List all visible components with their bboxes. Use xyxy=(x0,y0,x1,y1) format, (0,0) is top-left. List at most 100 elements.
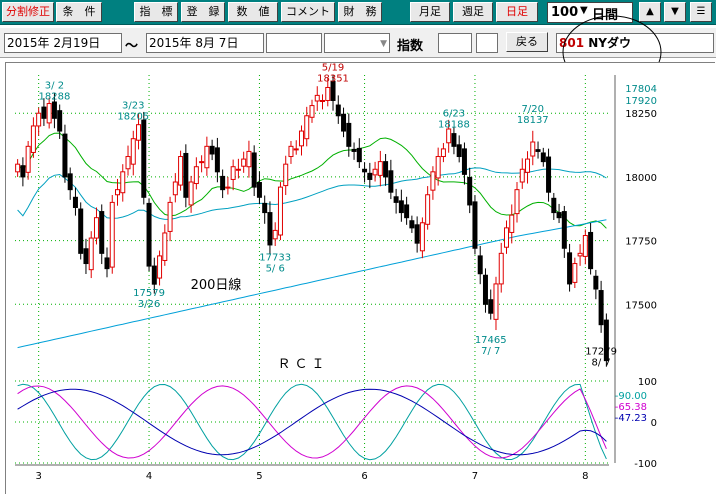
candle-body xyxy=(125,156,131,170)
candle-body xyxy=(498,252,504,285)
candle-body xyxy=(256,182,262,198)
candle-body xyxy=(367,172,373,180)
candle-body xyxy=(157,255,163,279)
rci-latest-value: -65.38 xyxy=(615,402,647,413)
candle-body xyxy=(546,156,552,193)
candle-body xyxy=(467,176,473,206)
candle-body xyxy=(588,231,594,270)
candle-body xyxy=(146,202,152,267)
candle-body xyxy=(109,201,115,268)
candle-body xyxy=(593,275,599,290)
symbol-field[interactable]: 801 NYダウ xyxy=(556,33,714,53)
split-correction-button[interactable]: 分割修正 xyxy=(2,2,54,22)
month-label: 7 xyxy=(472,471,478,482)
candle-body xyxy=(409,220,415,229)
candle-body xyxy=(304,115,310,140)
price-chart: 18250 18000 17750 17500 1780417920 3/ 218288 3… xyxy=(15,62,657,482)
candle-body xyxy=(325,86,331,101)
period-unit: 日間 xyxy=(592,8,619,23)
back-button[interactable]: 戻る xyxy=(506,32,548,52)
candle-body xyxy=(372,168,378,176)
candle-body xyxy=(398,200,404,214)
candle-body xyxy=(251,152,257,188)
candle-body xyxy=(435,156,441,179)
register-button[interactable]: 登 録 xyxy=(181,2,225,22)
candle-body xyxy=(461,148,467,175)
candle-body xyxy=(556,212,562,219)
candle-body xyxy=(78,208,84,254)
candle-body xyxy=(178,156,184,186)
triangle-down-icon[interactable]: ▼ xyxy=(664,2,686,22)
candle-body xyxy=(57,110,63,132)
candle-body xyxy=(41,106,47,119)
price-tick-label: 18000 xyxy=(625,173,657,184)
symbol-name: NYダウ xyxy=(588,36,631,50)
candle-body xyxy=(503,227,509,248)
candle-body xyxy=(72,196,78,208)
candle-body xyxy=(451,133,457,147)
candle-body xyxy=(288,145,294,158)
candle-body xyxy=(188,181,194,206)
comment-button[interactable]: コメント xyxy=(281,2,335,22)
candle-body xyxy=(151,265,157,285)
range-separator: 〜 xyxy=(125,39,139,54)
financial-button[interactable]: 財 務 xyxy=(338,2,382,22)
start-date-field[interactable]: 2015年 2月19日 xyxy=(4,33,122,53)
candle-body xyxy=(404,204,410,219)
rci-tick-label: 0 xyxy=(651,418,657,429)
menu-icon[interactable]: ☰ xyxy=(690,2,712,22)
candle-body xyxy=(362,168,368,173)
candle-body xyxy=(572,263,578,283)
conditions-button[interactable]: 条 件 xyxy=(56,2,102,22)
candle-body xyxy=(383,161,389,178)
weekly-button[interactable]: 週足 xyxy=(453,2,493,22)
candle-body xyxy=(193,166,199,185)
triangle-up-icon[interactable]: ▲ xyxy=(639,2,661,22)
index-field-2[interactable] xyxy=(476,33,498,53)
candle-body xyxy=(567,252,573,285)
rci-short-line xyxy=(17,383,607,461)
candle-body xyxy=(36,112,42,127)
candle-body xyxy=(577,252,583,257)
price-tick-label: 17500 xyxy=(625,300,657,311)
candle-body xyxy=(30,125,36,153)
blank-field[interactable] xyxy=(266,33,322,53)
candle-body xyxy=(488,299,494,314)
period-select[interactable]: 100 ▼ 日間 xyxy=(547,2,633,23)
index-field-1[interactable] xyxy=(438,33,472,53)
candle-body xyxy=(20,165,26,178)
price-annotation: 8/ 7 xyxy=(591,358,610,369)
candle-body xyxy=(341,113,347,132)
price-annotation: 18188 xyxy=(438,119,470,130)
candle-body xyxy=(472,201,478,249)
ma-value-label: 17804 xyxy=(625,84,657,95)
end-date-field[interactable]: 2015年 8月 7日 xyxy=(146,33,264,53)
chart-area: 18250 18000 17750 17500 17804 17920 3/ 2 18288 3… xyxy=(5,62,715,494)
candle-body xyxy=(220,175,226,191)
candle-body xyxy=(509,214,515,233)
candle-body xyxy=(377,161,383,176)
month-label: 6 xyxy=(361,471,367,482)
price-annotation: 17579 xyxy=(133,288,165,299)
values-button[interactable]: 数 値 xyxy=(228,2,278,22)
price-annotation: 18137 xyxy=(517,115,549,126)
indicators-button[interactable]: 指 標 xyxy=(134,2,178,22)
candle-body xyxy=(351,148,357,152)
month-label: 4 xyxy=(146,471,152,482)
candle-body xyxy=(99,211,105,254)
candle-body xyxy=(535,149,541,152)
index-select[interactable]: ▼ xyxy=(324,33,390,53)
daily-button[interactable]: 日足 xyxy=(496,2,538,22)
candle-body xyxy=(356,147,362,163)
price-annotation: 17465 xyxy=(475,335,507,346)
candle-body xyxy=(199,161,205,164)
price-annotation: 7/ 7 xyxy=(481,346,500,357)
month-label: 3 xyxy=(35,471,41,482)
candle-body xyxy=(582,235,588,257)
candle-body xyxy=(235,168,241,171)
monthly-button[interactable]: 月足 xyxy=(410,2,450,22)
candle-body xyxy=(598,290,604,326)
candle-body xyxy=(430,171,436,191)
candle-body xyxy=(419,222,425,252)
candle-body xyxy=(277,186,283,236)
